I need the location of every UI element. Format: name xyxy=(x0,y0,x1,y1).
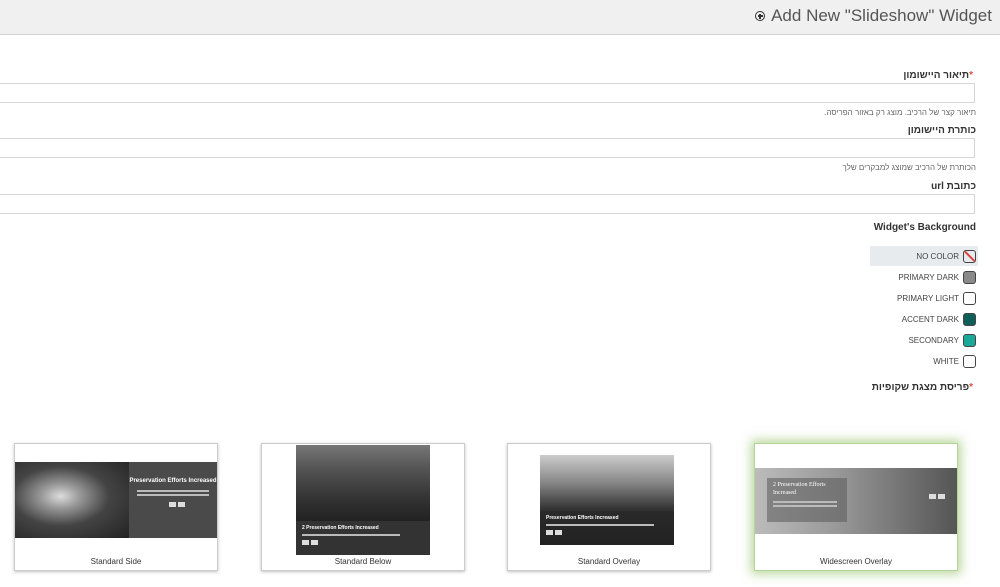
widescreen-overlay-thumbnail: 2 Preservation Efforts Increased xyxy=(755,468,957,534)
color-swatch xyxy=(963,291,976,305)
layout-option-standard-overlay[interactable]: Preservation Efforts Increased Standard … xyxy=(507,443,711,571)
color-option-accent-dark[interactable]: ACCENT DARK xyxy=(902,309,976,329)
description-input[interactable] xyxy=(0,83,975,103)
color-option-label: PRIMARY DARK xyxy=(898,272,959,282)
standard-side-thumbnail: Preservation Efforts Increased xyxy=(15,462,217,538)
color-swatch xyxy=(963,354,976,368)
prev-arrow-icon xyxy=(169,501,176,507)
thumbnail-text-line xyxy=(773,504,837,507)
title-label: כותרת היישומון xyxy=(907,125,976,136)
standard-below-thumbnail: 2 Preservation Efforts Increased xyxy=(296,445,430,555)
color-option-secondary[interactable]: SECONDARY xyxy=(908,330,976,350)
thumbnail-title: Preservation Efforts Increased xyxy=(129,478,217,484)
plus-circle-icon xyxy=(755,11,766,21)
title-input[interactable] xyxy=(0,138,975,158)
dialog-header: Add New "Slideshow" Widget xyxy=(0,0,1000,35)
layout-option-standard-side[interactable]: Preservation Efforts Increased Standard … xyxy=(14,443,218,571)
thumbnail-text-line xyxy=(546,523,654,526)
layout-caption: Standard Overlay xyxy=(577,557,641,566)
thumbnail-text-line xyxy=(137,489,209,492)
description-label: *תיאור היישומון xyxy=(903,70,973,81)
required-mark: * xyxy=(969,70,973,81)
layout-option-standard-below[interactable]: 2 Preservation Efforts Increased Standar… xyxy=(261,443,465,571)
next-arrow-icon xyxy=(178,501,185,507)
dialog-title-text: Add New "Slideshow" Widget xyxy=(771,6,992,25)
layout-caption: Standard Side xyxy=(90,557,142,566)
prev-arrow-icon xyxy=(302,539,309,545)
next-arrow-icon xyxy=(311,539,318,545)
color-swatch xyxy=(963,312,976,326)
color-option-label: WHITE xyxy=(933,356,959,366)
next-arrow-icon xyxy=(555,529,562,535)
color-option-label: ACCENT DARK xyxy=(901,314,959,324)
layout-caption: Standard Below xyxy=(334,557,392,566)
next-arrow-icon xyxy=(938,494,945,499)
thumbnail-arrows xyxy=(546,529,674,535)
thumbnail-arrows xyxy=(302,539,430,545)
required-mark: * xyxy=(969,382,973,393)
color-option-label: NO COLOR xyxy=(916,251,959,261)
thumbnail-title: 2 Preservation Efforts Increased xyxy=(773,482,826,496)
color-option-primary-light[interactable]: PRIMARY LIGHT xyxy=(897,288,976,308)
trees-photo xyxy=(296,445,430,521)
no-color-swatch-icon xyxy=(963,249,976,263)
thumbnail-arrows xyxy=(169,501,217,507)
description-help: תיאור קצר של הרכיב. מוצג רק באזור הפריסה… xyxy=(824,108,976,117)
thumbnail-text-line xyxy=(302,533,400,536)
color-option-white[interactable]: WHITE xyxy=(933,351,976,371)
orchid-photo xyxy=(15,462,129,538)
layout-options: Preservation Efforts Increased Standard … xyxy=(0,443,1000,573)
thumbnail-text-panel: 2 Preservation Efforts Increased xyxy=(296,521,430,555)
url-input[interactable] xyxy=(0,194,975,214)
thumbnail-text-panel: Preservation Efforts Increased xyxy=(540,511,674,545)
thumbnail-text-panel: Preservation Efforts Increased xyxy=(129,462,217,538)
layout-caption: Widescreen Overlay xyxy=(819,557,893,566)
title-help: הכותרת של הרכיב שמוצג למבקרים שלך xyxy=(842,163,976,172)
color-swatch xyxy=(963,333,976,347)
layout-option-widescreen-overlay[interactable]: 2 Preservation Efforts Increased Widescr… xyxy=(754,443,958,571)
color-option-primary-dark[interactable]: PRIMARY DARK xyxy=(898,267,976,287)
dialog-title: Add New "Slideshow" Widget xyxy=(755,6,992,26)
background-label: Widget's Background xyxy=(873,222,976,233)
prev-arrow-icon xyxy=(929,494,936,499)
layout-label: *פריסת מצגת שקופיות xyxy=(871,382,973,393)
color-option-no-color[interactable]: NO COLOR xyxy=(870,246,978,266)
thumbnail-text-line xyxy=(773,500,837,503)
thumbnail-title: Preservation Efforts Increased xyxy=(546,515,619,521)
prev-arrow-icon xyxy=(546,529,553,535)
color-option-label: SECONDARY xyxy=(908,335,959,345)
color-swatch xyxy=(963,270,976,284)
thumbnail-text-line xyxy=(137,493,209,496)
thumbnail-title: 2 Preservation Efforts Increased xyxy=(302,525,379,531)
color-option-label: PRIMARY LIGHT xyxy=(897,293,959,303)
thumbnail-text-panel: 2 Preservation Efforts Increased xyxy=(767,478,847,522)
url-label: כתובת url xyxy=(931,181,976,192)
thumbnail-arrows xyxy=(929,494,945,499)
standard-overlay-thumbnail: Preservation Efforts Increased xyxy=(540,455,674,545)
